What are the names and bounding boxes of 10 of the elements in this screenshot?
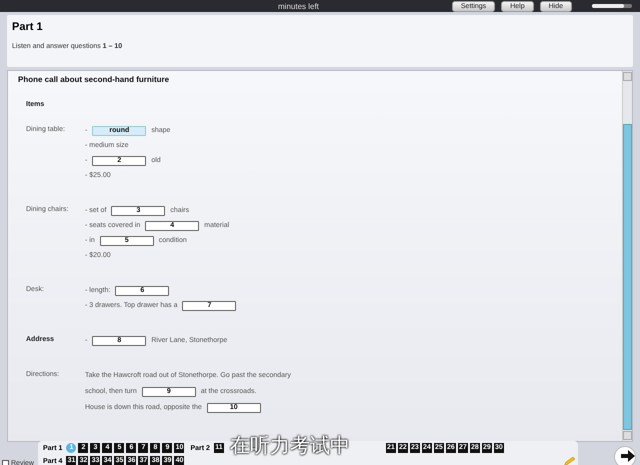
part-title: Part 1 [12,21,44,33]
right-arrow-icon [621,450,635,462]
pencil-icon[interactable] [563,457,575,465]
subtitle-caption: 在听力考试中 [230,435,351,455]
review-checkbox[interactable] [2,460,9,465]
scrollbar[interactable] [622,71,632,441]
volume-slider[interactable] [592,4,624,8]
timer-text: minutes left [278,2,319,10]
next-button[interactable] [614,446,636,465]
panel-title: Phone call about second-hand furniture [18,75,170,84]
